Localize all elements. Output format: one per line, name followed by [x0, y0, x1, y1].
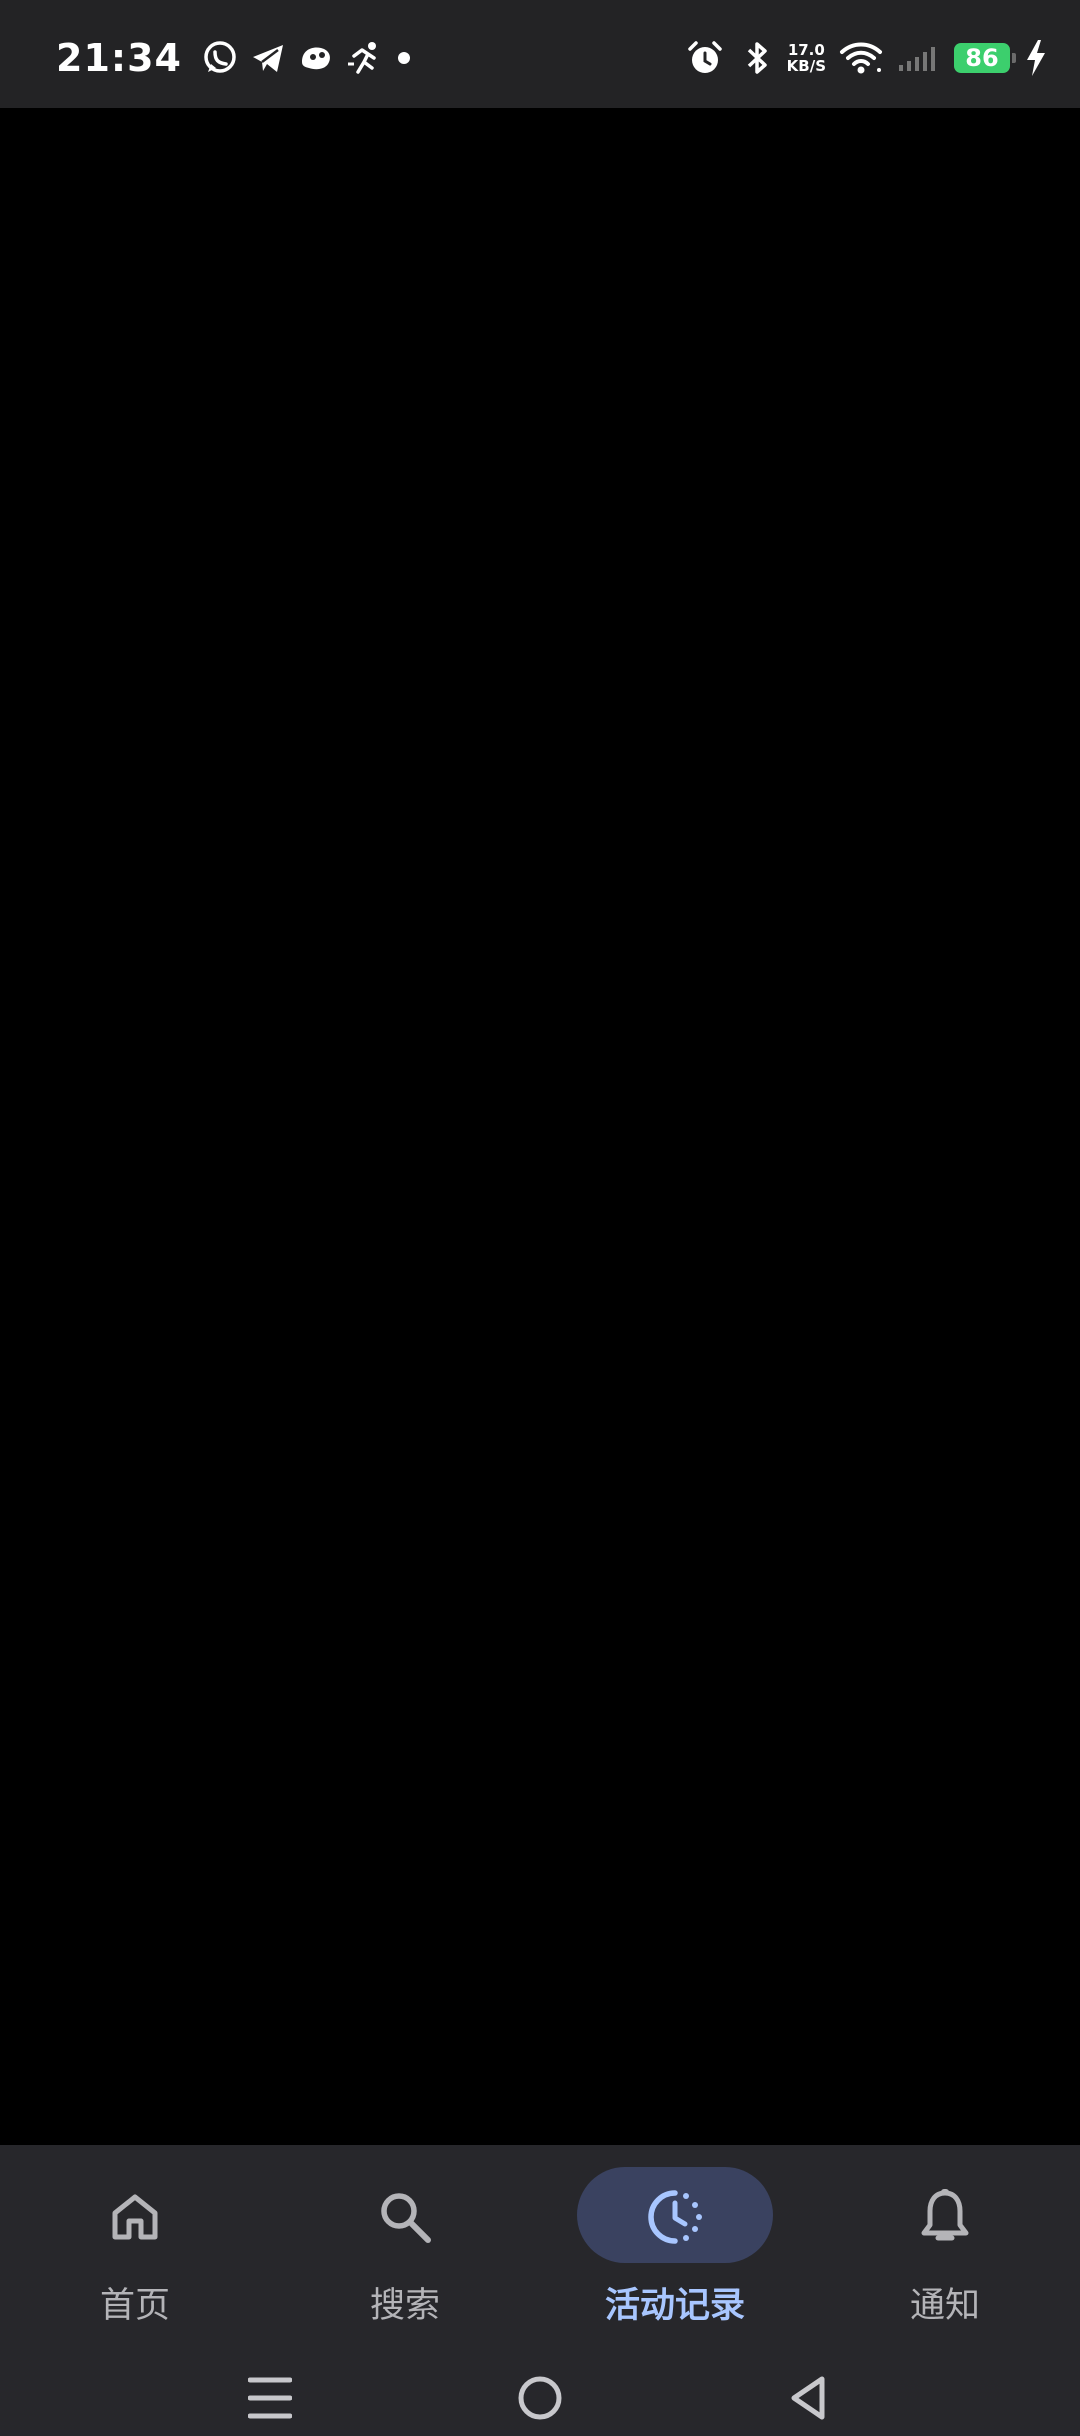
main-content — [0, 108, 1080, 2145]
nav-item-activity[interactable]: 活动记录 — [540, 2155, 810, 2355]
status-bar-right: 17.0 KB/S 86 — [673, 30, 1050, 86]
activity-icon — [344, 38, 384, 78]
home-circle-icon[interactable] — [508, 2366, 572, 2430]
telegram-icon — [248, 38, 288, 78]
nav-item-home[interactable]: 首页 — [0, 2155, 270, 2355]
whatsapp-icon — [200, 38, 240, 78]
nav-label-search: 搜索 — [369, 2286, 440, 2326]
menu-icon[interactable] — [238, 2366, 302, 2430]
bottom-nav-items: 首页 搜索 活动记录 通知 — [0, 2155, 1080, 2355]
battery-indicator: 86 — [954, 43, 1016, 73]
signal-icon — [896, 38, 940, 78]
more-notifications-dot — [397, 52, 410, 64]
search-icon — [375, 2187, 435, 2247]
bluetooth-icon — [737, 38, 777, 78]
game-icon — [296, 38, 336, 78]
nav-label-home: 首页 — [99, 2286, 170, 2326]
bell-icon — [915, 2187, 975, 2247]
status-bar: 21:34 17.0 KB/S 86 — [0, 0, 1080, 108]
system-navigation-bar — [0, 2360, 1080, 2436]
nav-label-notifications: 通知 — [909, 2286, 980, 2326]
alarm-icon — [685, 38, 725, 78]
network-speed: 17.0 KB/S — [787, 42, 826, 74]
back-icon[interactable] — [776, 2366, 840, 2430]
nav-item-notifications[interactable]: 通知 — [810, 2155, 1080, 2355]
status-bar-left: 21:34 — [56, 30, 410, 86]
home-icon — [105, 2187, 165, 2247]
bottom-navigation: 首页 搜索 活动记录 通知 — [0, 2145, 1080, 2436]
nav-item-search[interactable]: 搜索 — [270, 2155, 540, 2355]
status-time: 21:34 — [56, 36, 182, 80]
network-speed-value: 17.0 — [787, 41, 825, 59]
charging-icon — [1022, 38, 1050, 78]
nav-label-activity: 活动记录 — [604, 2286, 745, 2326]
wifi-icon — [838, 38, 884, 78]
activity-clock-icon — [645, 2187, 705, 2247]
network-speed-unit: KB/S — [786, 57, 826, 75]
